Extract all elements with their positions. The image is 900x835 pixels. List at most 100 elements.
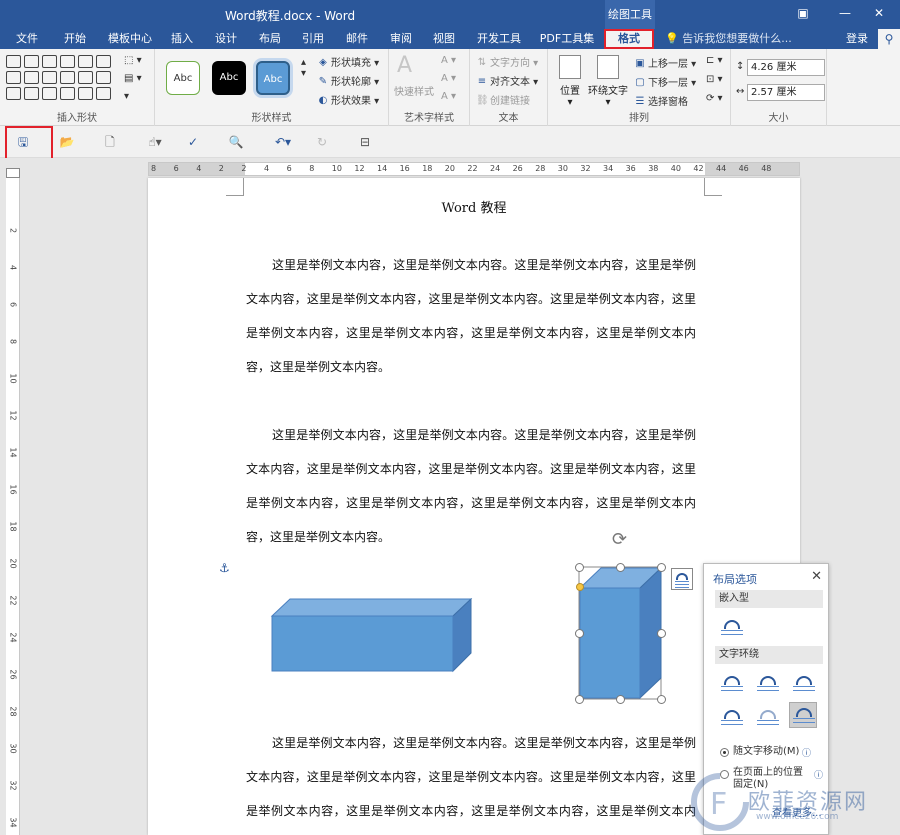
- align-text-button[interactable]: ≡ 对齐文本 ▾: [476, 73, 538, 88]
- more-shapes-icon[interactable]: ▾: [124, 91, 129, 102]
- tab-view[interactable]: 视图: [426, 29, 462, 49]
- anchor-icon[interactable]: ⚓: [219, 561, 230, 575]
- wrap-behind-text-option[interactable]: [753, 704, 781, 730]
- tab-design[interactable]: 设计: [208, 29, 244, 49]
- tab-references[interactable]: 引用: [295, 29, 331, 49]
- text-effects-icon[interactable]: A ▾: [441, 91, 456, 102]
- create-link-button[interactable]: ⛓创建链接: [476, 92, 530, 107]
- wrap-square-option[interactable]: [717, 670, 745, 696]
- bring-forward-button[interactable]: ▣ 上移一层 ▾: [634, 55, 696, 70]
- move-with-text-radio[interactable]: [720, 748, 729, 757]
- selection-pane-button[interactable]: ☰ 选择窗格: [634, 93, 688, 108]
- style-preview-outline[interactable]: Abc: [166, 61, 200, 95]
- cuboid-shape-horizontal[interactable]: [270, 598, 476, 674]
- adjust-handle[interactable]: [576, 583, 584, 591]
- login-link[interactable]: 登录: [846, 29, 868, 49]
- wrap-through-option[interactable]: [789, 670, 817, 696]
- ribbon-display-icon[interactable]: ▣: [794, 4, 812, 22]
- vertical-ruler[interactable]: 2 4 6 8 10 12 14 16 18 20 22 24 26 28 30 32 34: [6, 178, 20, 835]
- customize-toolbar-icon[interactable]: ⊟: [356, 134, 374, 150]
- shape-fill-button[interactable]: ◈ 形状填充 ▾: [317, 54, 379, 69]
- paragraph-1[interactable]: 这里是举例文本内容，这里是举例文本内容。这里是举例文本内容，这里是举例文本内容，…: [246, 248, 696, 384]
- ribbon-tabs: 文件 开始 模板中心 插入 设计 布局 引用 邮件 审阅 视图 开发工具 PDF…: [0, 29, 900, 49]
- close-icon[interactable]: ✕: [870, 4, 888, 22]
- touch-mode-icon[interactable]: ☝▾: [142, 134, 168, 150]
- tab-mailings[interactable]: 邮件: [339, 29, 375, 49]
- tab-developer[interactable]: 开发工具: [474, 29, 524, 49]
- resize-handle-s[interactable]: [616, 695, 625, 704]
- layout-options-button[interactable]: [671, 568, 693, 590]
- shape-width-input[interactable]: 2.57 厘米: [747, 84, 825, 101]
- wrap-line: [757, 686, 779, 687]
- text-fill-icon[interactable]: A ▾: [441, 55, 456, 66]
- text-direction-button[interactable]: ⇅ 文字方向 ▾: [476, 54, 538, 69]
- tab-selector-icon[interactable]: [6, 168, 20, 178]
- resize-handle-e[interactable]: [657, 629, 666, 638]
- panel-close-icon[interactable]: ✕: [811, 569, 822, 584]
- shape-height-input[interactable]: 4.26 厘米: [747, 59, 825, 76]
- tab-template-center[interactable]: 模板中心: [102, 29, 158, 49]
- shape-effects-button[interactable]: ◐ 形状效果 ▾: [317, 92, 380, 107]
- tell-me-search[interactable]: 💡 告诉我您想要做什么...: [665, 29, 792, 49]
- spelling-check-icon[interactable]: ✓: [184, 134, 202, 150]
- tab-format[interactable]: 格式: [604, 29, 654, 49]
- resize-handle-ne[interactable]: [657, 563, 666, 572]
- group-objects-icon[interactable]: ⊡ ▾: [706, 74, 723, 85]
- tab-pdf-tools[interactable]: PDF工具集: [538, 29, 596, 49]
- wrap-behind-icon: [760, 710, 776, 719]
- resize-handle-w[interactable]: [575, 629, 584, 638]
- wrap-top-bottom-option[interactable]: [717, 704, 745, 730]
- crop-mark-top-right: [704, 178, 722, 196]
- shape-fill-label: 形状填充: [331, 58, 371, 69]
- tab-layout[interactable]: 布局: [252, 29, 288, 49]
- tab-file[interactable]: 文件: [8, 29, 46, 49]
- ruler-number: 16: [399, 164, 410, 173]
- shape-outline-button[interactable]: ✎ 形状轮廓 ▾: [317, 73, 379, 88]
- rotate-handle-icon[interactable]: ⟳: [612, 529, 627, 550]
- wordart-a-icon: A: [397, 53, 413, 78]
- undo-icon[interactable]: ↶▾: [270, 134, 296, 150]
- horizontal-ruler[interactable]: 8 6 4 2 2 4 6 8 10 12 14 16 18 20 22 24 26 28 30 32 34 36 38 40…: [148, 162, 800, 176]
- paragraph-2[interactable]: 这里是举例文本内容，这里是举例文本内容。这里是举例文本内容，这里是举例文本内容，…: [246, 418, 696, 554]
- wrap-text-button[interactable]: 环绕文字 ▾: [586, 55, 630, 108]
- tab-insert[interactable]: 插入: [164, 29, 200, 49]
- wrap-inline-option[interactable]: [717, 614, 745, 640]
- info-icon[interactable]: ⓘ: [802, 746, 811, 759]
- resize-handle-n[interactable]: [616, 563, 625, 572]
- resize-handle-sw[interactable]: [575, 695, 584, 704]
- ruler-number: 34: [8, 817, 18, 828]
- print-preview-icon[interactable]: 🔍: [227, 134, 245, 150]
- paragraph-3[interactable]: 这里是举例文本内容，这里是举例文本内容。这里是举例文本内容，这里是举例文本内容，…: [246, 726, 696, 835]
- tab-home[interactable]: 开始: [56, 29, 94, 49]
- text-outline-icon[interactable]: A ▾: [441, 73, 456, 84]
- position-button[interactable]: 位置 ▾: [550, 55, 590, 108]
- style-preview-dark[interactable]: Abc: [212, 61, 246, 95]
- shape-style-scroll-icon[interactable]: ▴ ▾: [301, 57, 306, 79]
- quick-styles-button[interactable]: 快速样式: [394, 83, 434, 98]
- user-icon[interactable]: ⚲: [878, 29, 900, 49]
- ruler-number: 2: [8, 227, 18, 234]
- document-title[interactable]: Word 教程: [148, 197, 800, 216]
- wrap-line: [793, 718, 815, 719]
- redo-icon[interactable]: ↻: [313, 134, 331, 150]
- shape-gallery[interactable]: [6, 55, 114, 102]
- new-document-icon[interactable]: 🗋: [101, 134, 119, 150]
- rotate-objects-icon[interactable]: ⟳ ▾: [706, 93, 723, 104]
- minimize-icon[interactable]: —: [836, 4, 854, 22]
- shape-width-icon: ↔: [736, 86, 745, 97]
- open-folder-icon[interactable]: 📂: [58, 134, 76, 150]
- align-objects-icon[interactable]: ⊏ ▾: [706, 55, 723, 66]
- wrap-in-front-option[interactable]: [789, 702, 817, 728]
- wrap-tight-option[interactable]: [753, 670, 781, 696]
- edit-shape-icon[interactable]: ⬚ ▾: [124, 55, 142, 66]
- style-preview-blue[interactable]: Abc: [256, 61, 290, 95]
- tab-review[interactable]: 审阅: [383, 29, 419, 49]
- resize-handle-nw[interactable]: [575, 563, 584, 572]
- wrap-line: [757, 690, 779, 691]
- cuboid-shape-vertical[interactable]: [575, 563, 667, 703]
- tell-me-text: 告诉我您想要做什么...: [682, 32, 792, 45]
- resize-handle-se[interactable]: [657, 695, 666, 704]
- send-backward-button[interactable]: ▢ 下移一层 ▾: [634, 74, 696, 89]
- text-box-icon[interactable]: ▤ ▾: [124, 73, 142, 84]
- ruler-number: 12: [8, 410, 18, 421]
